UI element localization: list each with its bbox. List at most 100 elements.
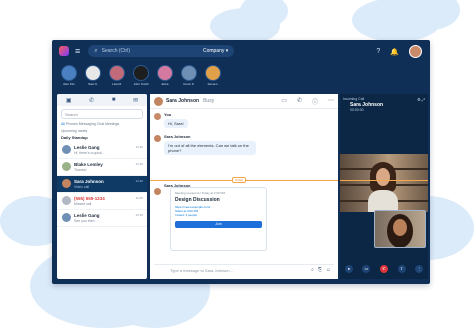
favorite-name: Erica bbox=[161, 82, 169, 86]
chat-message: You Hi, Sara! bbox=[164, 112, 188, 128]
emoji-icon[interactable]: ☺ bbox=[326, 267, 331, 273]
message-compose-input[interactable]: Type a message to Sara Johnson... ⌕ ⎘ ☺ bbox=[154, 264, 334, 275]
avatar bbox=[154, 113, 161, 120]
top-icons: ? 🔔 bbox=[376, 45, 422, 58]
more-icon[interactable]: ⋯ bbox=[328, 97, 334, 106]
list-item[interactable]: (555) 555-1234 Missed call 11:05 bbox=[57, 193, 147, 210]
conversation-list: ▣ ✆ ■ ✉ Search All Phones Messaging Chat… bbox=[57, 94, 147, 279]
favorite-name: John Smith bbox=[133, 82, 149, 86]
avatar bbox=[61, 65, 77, 81]
list-item-name: Blake Lemley bbox=[74, 162, 103, 167]
participant-face bbox=[376, 168, 390, 186]
favorite-contact[interactable]: Alex Kim bbox=[58, 65, 80, 86]
favorite-contact[interactable]: Erica bbox=[154, 65, 176, 86]
avatar bbox=[154, 188, 161, 195]
share-screen-icon[interactable]: ⇪ bbox=[397, 265, 406, 273]
app-window: ≡ ⌕ Search (Ctrl) Company ▾ ? 🔔 Alex Kim… bbox=[52, 40, 430, 284]
remote-video bbox=[340, 154, 428, 212]
global-search[interactable]: ⌕ Search (Ctrl) Company ▾ bbox=[88, 45, 235, 57]
favorite-contact[interactable]: Lisa M. bbox=[106, 65, 128, 86]
chat-tab-icon[interactable]: ✉ bbox=[133, 97, 138, 104]
avatar bbox=[62, 196, 71, 205]
left-tabs: ▣ ✆ ■ ✉ bbox=[57, 94, 147, 106]
favorite-name: Alex Kim bbox=[63, 82, 75, 86]
avatar bbox=[62, 162, 71, 171]
phone-tab-icon[interactable]: ✆ bbox=[89, 97, 94, 104]
list-item[interactable]: Blake Lemley Thanks! 12:30 bbox=[57, 159, 147, 176]
list-item-name: (555) 555-1234 bbox=[74, 196, 105, 201]
call-settings-icon[interactable]: ⚙ ⤢ bbox=[417, 97, 425, 102]
message-sender: You bbox=[164, 112, 172, 117]
list-item-preview: Missed call bbox=[74, 202, 92, 206]
compose-placeholder: Type a message to Sara Johnson... bbox=[170, 267, 233, 273]
notifications-icon[interactable]: 🔔 bbox=[390, 48, 399, 56]
join-button[interactable]: Join bbox=[175, 221, 262, 228]
message-sender: Sara Johnson bbox=[164, 134, 191, 139]
avatar bbox=[62, 145, 71, 154]
favorite-contact[interactable]: Kevin S. bbox=[178, 65, 200, 86]
list-search-input[interactable]: Search bbox=[61, 109, 143, 119]
avatar bbox=[62, 179, 71, 188]
message-bubble: I'm out of all the elements. Can we talk… bbox=[164, 141, 256, 155]
avatar[interactable] bbox=[409, 45, 422, 58]
list-item-time: 12:30 bbox=[135, 179, 143, 183]
list-item-name: Leslie Gang bbox=[74, 145, 100, 150]
search-placeholder: Search (Ctrl) bbox=[101, 48, 130, 54]
top-bar: ≡ ⌕ Search (Ctrl) Company ▾ ? 🔔 bbox=[52, 40, 430, 62]
help-icon[interactable]: ? bbox=[376, 48, 380, 55]
remote-participant bbox=[368, 162, 398, 212]
favorite-contact[interactable]: John Smith bbox=[130, 65, 152, 86]
chat-header-actions: ▭ ✆ ⓘ ⋯ bbox=[281, 97, 334, 106]
filter-options[interactable]: Phones Messaging Chat Meetings bbox=[66, 122, 119, 126]
more-icon[interactable]: ⋮ bbox=[415, 265, 424, 273]
avatar bbox=[157, 65, 173, 81]
app-logo bbox=[59, 46, 69, 56]
mute-icon[interactable]: ● bbox=[344, 265, 353, 273]
contacts-tab-icon[interactable]: ▣ bbox=[66, 97, 72, 104]
favorites-bar: Alex Kim Sam K. Lisa M. John Smith Erica… bbox=[52, 62, 430, 94]
call-timer: 00:00:00 bbox=[350, 108, 364, 112]
list-item[interactable]: Leslie Gang See you then 10:45 bbox=[57, 210, 147, 227]
chat-header: Sara Johnson Busy ▭ ✆ ⓘ ⋯ bbox=[150, 94, 338, 109]
list-item-name: Sara Johnson bbox=[74, 179, 104, 184]
list-item-preview: Thanks! bbox=[74, 168, 87, 172]
compose-actions: ⌕ ⎘ ☺ bbox=[311, 267, 334, 273]
avatar[interactable] bbox=[154, 96, 163, 106]
end-call-icon[interactable]: ✆ bbox=[379, 265, 388, 273]
timeline-divider bbox=[340, 180, 428, 181]
search-scope-dropdown[interactable]: Company ▾ bbox=[203, 48, 228, 54]
search-icon[interactable]: ⌕ bbox=[311, 267, 314, 273]
avatar bbox=[133, 65, 149, 81]
list-item-time: 11:05 bbox=[135, 196, 143, 200]
favorite-name: Jenna L. bbox=[207, 82, 219, 86]
list-item-name: Leslie Gang bbox=[74, 213, 100, 218]
avatar bbox=[62, 213, 71, 222]
favorite-contact[interactable]: Sam K. bbox=[82, 65, 104, 86]
video-tab-icon[interactable]: ■ bbox=[112, 97, 116, 103]
menu-icon[interactable]: ≡ bbox=[75, 46, 80, 56]
info-icon[interactable]: ⓘ bbox=[312, 97, 318, 106]
list-item-time: 12:30 bbox=[135, 162, 143, 166]
meeting-item[interactable]: Daily Standup bbox=[57, 133, 147, 142]
list-item[interactable]: Sara Johnson Video call 12:30 bbox=[57, 176, 147, 193]
list-item-time: 12:30 bbox=[135, 145, 143, 149]
section-heading: Upcoming meets bbox=[61, 129, 88, 133]
participant-body bbox=[368, 190, 398, 212]
list-item-time: 10:45 bbox=[135, 213, 143, 217]
meeting-card: Meeting request for Today at 3:00 PM Des… bbox=[170, 187, 267, 251]
favorite-name: Lisa M. bbox=[112, 82, 122, 86]
favorite-contact[interactable]: Jenna L. bbox=[202, 65, 224, 86]
chat-contact-name[interactable]: Sara Johnson bbox=[166, 98, 199, 104]
chat-message: Sara Johnson I'm out of all the elements… bbox=[164, 134, 256, 155]
video-call-icon[interactable]: ▭ bbox=[281, 97, 287, 106]
message-bubble: Hi, Sara! bbox=[164, 119, 188, 128]
video-toggle-icon[interactable]: ▭ bbox=[362, 265, 371, 273]
list-item-preview: Video call bbox=[74, 185, 90, 189]
phone-call-icon[interactable]: ✆ bbox=[297, 97, 302, 106]
list-item[interactable]: Leslie Gang Hi, there's a quick... 12:30 bbox=[57, 142, 147, 159]
filter-all[interactable]: All bbox=[61, 122, 65, 126]
self-video[interactable] bbox=[374, 210, 426, 248]
attach-icon[interactable]: ⎘ bbox=[318, 267, 322, 273]
call-controls: ● ▭ ✆ ⇪ ⋮ bbox=[340, 265, 428, 273]
call-panel: Incoming Call ⚙ ⤢ Sara Johnson 00:00:00 … bbox=[340, 94, 428, 279]
